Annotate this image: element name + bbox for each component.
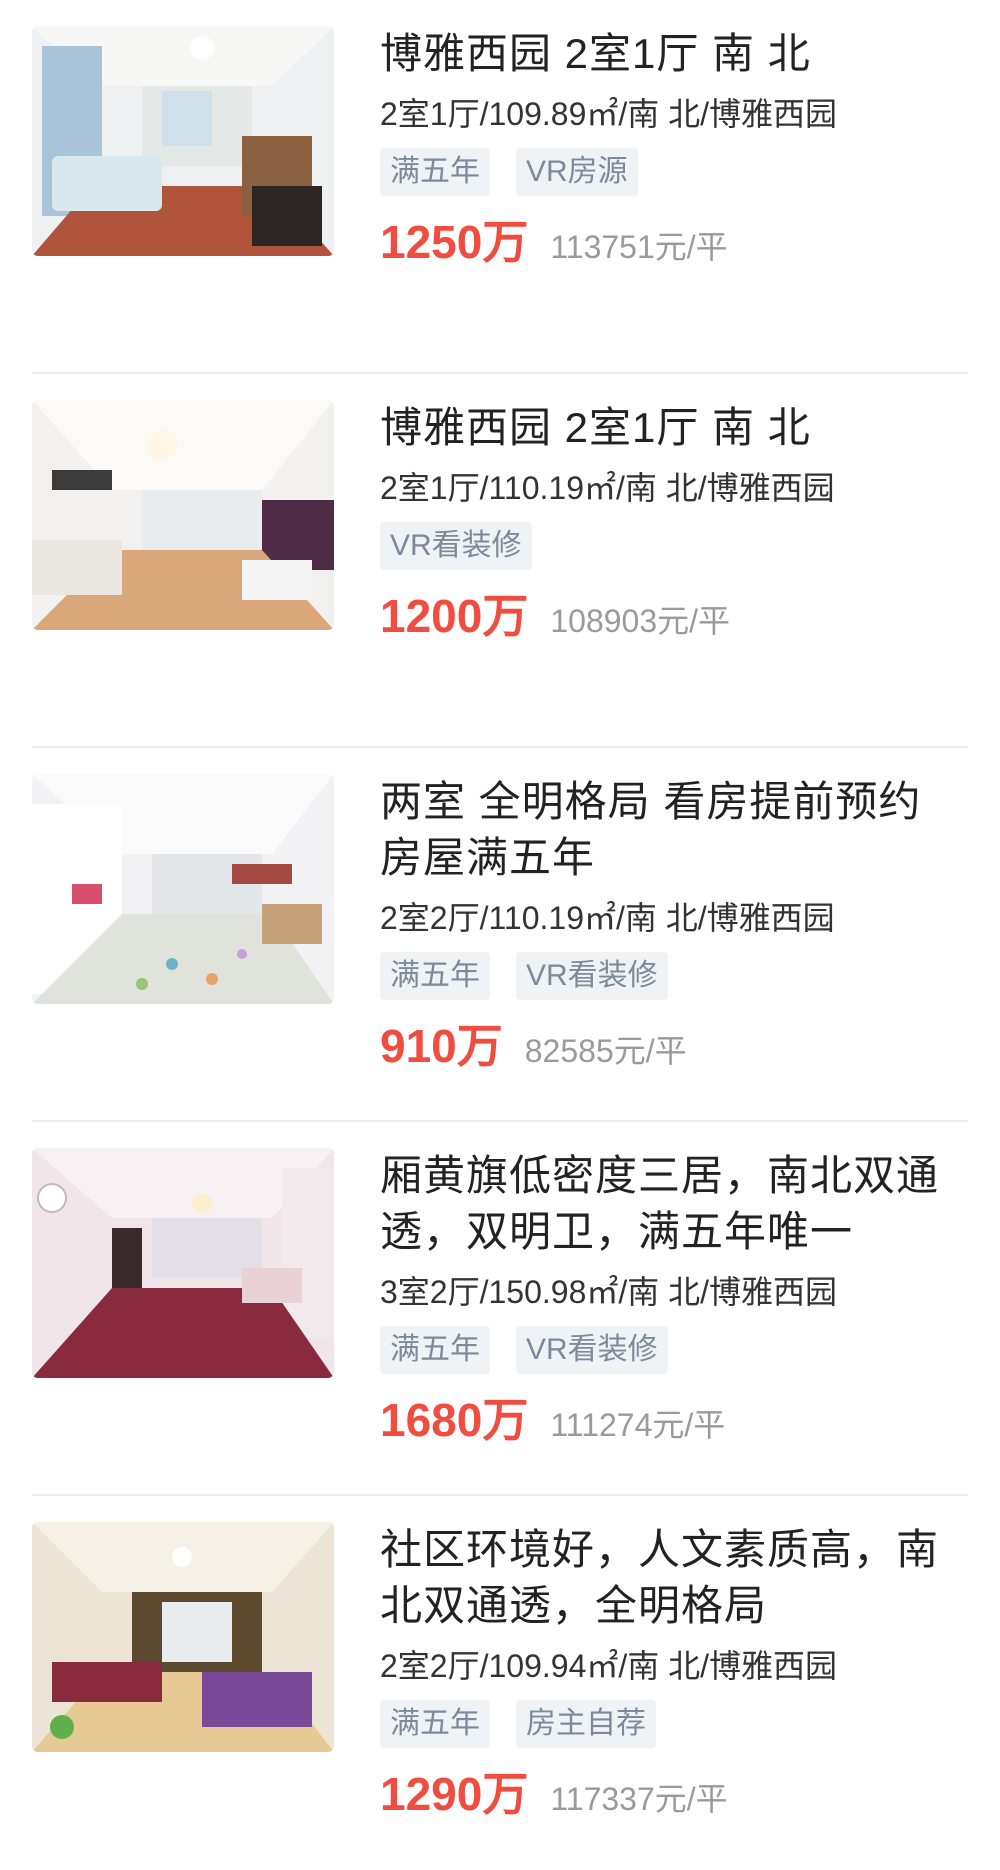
listing-title[interactable]: 博雅西园 2室1厅 南 北 (380, 26, 970, 82)
total-price: 1200万 (380, 590, 529, 642)
price-row: 910万 82585元/平 (380, 1010, 970, 1076)
listing-photo[interactable] (32, 400, 334, 630)
tag-owner-recommended: 房主自荐 (516, 1700, 656, 1748)
listing-info: 厢黄旗低密度三居，南北双通透，双明卫，满五年唯一 3室2厅/150.98㎡/南 … (380, 1148, 970, 1450)
price-row: 1200万 108903元/平 (380, 580, 970, 646)
listing-title[interactable]: 厢黄旗低密度三居，南北双通透，双明卫，满五年唯一 (380, 1148, 970, 1260)
tag-vr-decoration: VR看装修 (380, 522, 532, 570)
unit-price: 82585元/平 (524, 1033, 687, 1069)
unit-price: 117337元/平 (550, 1781, 728, 1817)
listing-desc: 2室2厅/110.19㎡/南 北/博雅西园 (380, 900, 835, 936)
listing-desc: 2室1厅/110.19㎡/南 北/博雅西园 (380, 470, 835, 506)
tag-five-years: 满五年 (380, 148, 490, 196)
tag-vr-decoration: VR看装修 (516, 952, 668, 1000)
price-row: 1290万 117337元/平 (380, 1758, 970, 1824)
listing-card[interactable]: 博雅西园 2室1厅 南 北 2室1厅/109.89㎡/南 北/博雅西园 满五年 … (0, 0, 1000, 374)
listing-card[interactable]: 两室 全明格局 看房提前预约 房屋满五年 2室2厅/110.19㎡/南 北/博雅… (0, 748, 1000, 1122)
price-row: 1250万 113751元/平 (380, 206, 970, 272)
listing-card[interactable]: 社区环境好，人文素质高，南北双通透，全明格局 2室2厅/109.94㎡/南 北/… (0, 1496, 1000, 1870)
listing-info: 两室 全明格局 看房提前预约 房屋满五年 2室2厅/110.19㎡/南 北/博雅… (380, 774, 970, 1076)
listing-photo[interactable] (32, 26, 334, 256)
room-photo-illustration (32, 1522, 334, 1752)
listing-photo[interactable] (32, 1148, 334, 1378)
listing-info: 社区环境好，人文素质高，南北双通透，全明格局 2室2厅/109.94㎡/南 北/… (380, 1522, 970, 1824)
total-price: 910万 (380, 1020, 503, 1072)
listing-tags: VR看装修 (380, 522, 970, 570)
unit-price: 111274元/平 (550, 1407, 726, 1443)
unit-price: 113751元/平 (550, 229, 728, 265)
tag-five-years: 满五年 (380, 1700, 490, 1748)
room-photo-illustration (32, 1148, 334, 1378)
unit-price: 108903元/平 (550, 603, 731, 639)
tag-five-years: 满五年 (380, 1326, 490, 1374)
room-photo-illustration (32, 774, 334, 1004)
tag-five-years: 满五年 (380, 952, 490, 1000)
listing-photo[interactable] (32, 1522, 334, 1752)
room-photo-illustration (32, 26, 334, 256)
listing-desc: 2室2厅/109.94㎡/南 北/博雅西园 (380, 1648, 838, 1684)
listing-photo[interactable] (32, 774, 334, 1004)
total-price: 1680万 (380, 1394, 529, 1446)
listing-tags: 满五年 VR看装修 (380, 952, 970, 1000)
total-price: 1290万 (380, 1768, 529, 1820)
listing-tags: 满五年 房主自荐 (380, 1700, 970, 1748)
listing-tags: 满五年 VR看装修 (380, 1326, 970, 1374)
tag-vr-decoration: VR看装修 (516, 1326, 668, 1374)
listing-title[interactable]: 两室 全明格局 看房提前预约 房屋满五年 (380, 774, 970, 886)
listing-title[interactable]: 博雅西园 2室1厅 南 北 (380, 400, 970, 456)
listing-list: 博雅西园 2室1厅 南 北 2室1厅/109.89㎡/南 北/博雅西园 满五年 … (0, 0, 1000, 1870)
listing-info: 博雅西园 2室1厅 南 北 2室1厅/110.19㎡/南 北/博雅西园 VR看装… (380, 400, 970, 646)
listing-card[interactable]: 厢黄旗低密度三居，南北双通透，双明卫，满五年唯一 3室2厅/150.98㎡/南 … (0, 1122, 1000, 1496)
listing-tags: 满五年 VR房源 (380, 148, 970, 196)
room-photo-illustration (32, 400, 334, 630)
price-row: 1680万 111274元/平 (380, 1384, 970, 1450)
total-price: 1250万 (380, 216, 529, 268)
tag-vr: VR房源 (516, 148, 638, 196)
listing-card[interactable]: 博雅西园 2室1厅 南 北 2室1厅/110.19㎡/南 北/博雅西园 VR看装… (0, 374, 1000, 748)
listing-desc: 3室2厅/150.98㎡/南 北/博雅西园 (380, 1274, 838, 1310)
listing-title[interactable]: 社区环境好，人文素质高，南北双通透，全明格局 (380, 1522, 970, 1634)
listing-info: 博雅西园 2室1厅 南 北 2室1厅/109.89㎡/南 北/博雅西园 满五年 … (380, 26, 970, 272)
listing-desc: 2室1厅/109.89㎡/南 北/博雅西园 (380, 96, 838, 132)
